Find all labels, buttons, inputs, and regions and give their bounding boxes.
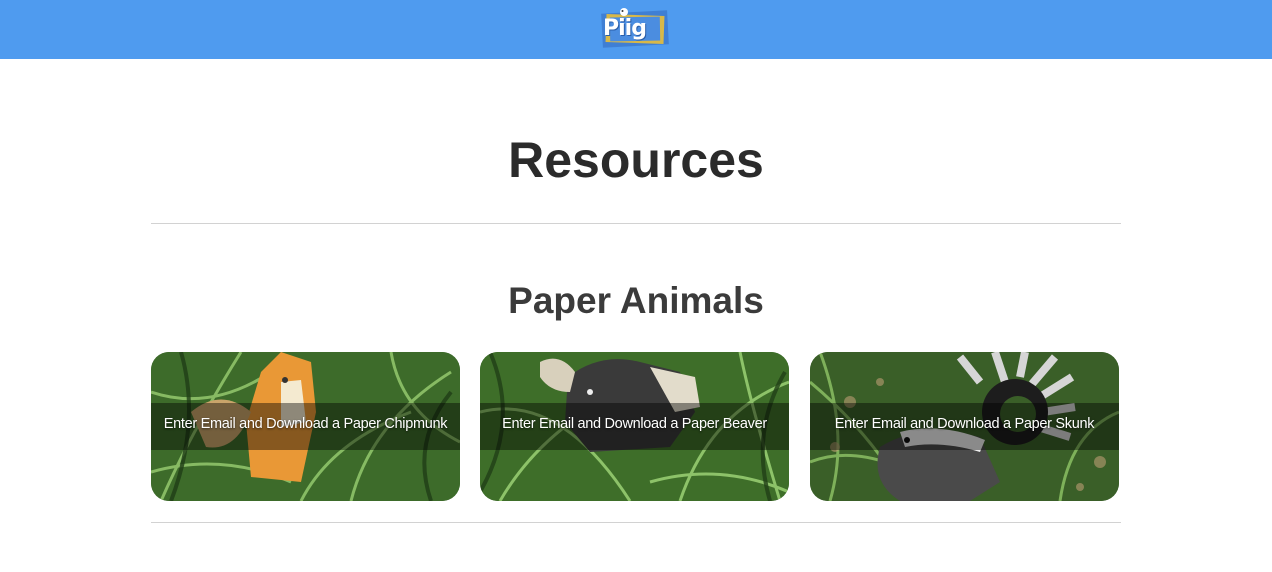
- section-title: Paper Animals: [508, 280, 764, 321]
- card-label: Enter Email and Download a Paper Beaver: [502, 416, 767, 432]
- divider: [151, 223, 1121, 224]
- card-label: Enter Email and Download a Paper Chipmun…: [163, 416, 448, 432]
- beaver-download-card[interactable]: Enter Email and Download a Paper Beaver: [480, 352, 789, 501]
- page-title: Resources: [508, 132, 764, 188]
- top-nav-bar: Piig: [0, 0, 1272, 59]
- chipmunk-download-card[interactable]: Enter Email and Download a Paper Chipmun…: [151, 352, 460, 501]
- divider: [151, 522, 1121, 523]
- card-label: Enter Email and Download a Paper Skunk: [834, 416, 1095, 432]
- skunk-download-card[interactable]: Enter Email and Download a Paper Skunk: [810, 352, 1119, 501]
- piig-logo[interactable]: Piig: [600, 6, 670, 48]
- logo-text: Piig: [603, 16, 647, 41]
